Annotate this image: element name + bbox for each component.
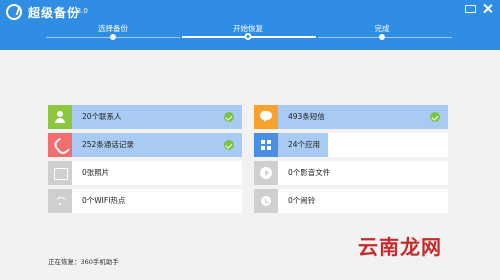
item-label: 24个应用 (288, 140, 321, 149)
step-label-complete: 完成 (374, 24, 390, 33)
check-icon (430, 112, 440, 122)
wifi-icon (48, 189, 72, 213)
play-icon (254, 161, 278, 185)
close-icon[interactable] (482, 3, 494, 15)
check-icon (224, 140, 234, 150)
message-icon (254, 105, 278, 129)
apps-icon (254, 133, 278, 157)
item-label: 493条短信 (288, 112, 325, 121)
item-label: 0个WIFI热点 (82, 196, 126, 205)
item-label: 0个闹铃 (288, 196, 316, 205)
step-line-complete (318, 37, 452, 38)
step-label-select: 选择备份 (98, 24, 128, 33)
phone-icon (48, 133, 72, 157)
status-text: 正在恢复：360手机助手 (48, 258, 119, 266)
item-contacts: 20个联系人 (48, 105, 242, 129)
item-apps: 24个应用 (254, 133, 448, 157)
item-media: 0个影音文件 (254, 161, 448, 185)
item-label: 0张照片 (82, 168, 110, 177)
watermark: 云南龙网 (358, 235, 442, 259)
check-icon (224, 112, 234, 122)
app-header: 超级备份 1.3.0 选择备份 开始恢复 完成 (0, 0, 500, 50)
item-label: 252条通话记录 (82, 140, 134, 149)
app-logo-icon (6, 4, 22, 20)
step-dot-restore (244, 33, 252, 40)
step-dot-complete (379, 34, 385, 40)
item-messages: 493条短信 (254, 105, 448, 129)
item-label: 0个影音文件 (288, 168, 331, 177)
item-photos: 0张照片 (48, 161, 242, 185)
feedback-icon[interactable] (464, 3, 476, 15)
person-icon (48, 105, 72, 129)
item-label: 20个联系人 (82, 112, 122, 121)
item-call-log: 252条通话记录 (48, 133, 242, 157)
item-alarms: 0个闹铃 (254, 189, 448, 213)
step-dot-select (110, 34, 116, 40)
picture-icon (48, 161, 72, 185)
alarm-icon (254, 189, 278, 213)
item-wifi: 0个WIFI热点 (48, 189, 242, 213)
app-version: 1.3.0 (70, 7, 88, 15)
